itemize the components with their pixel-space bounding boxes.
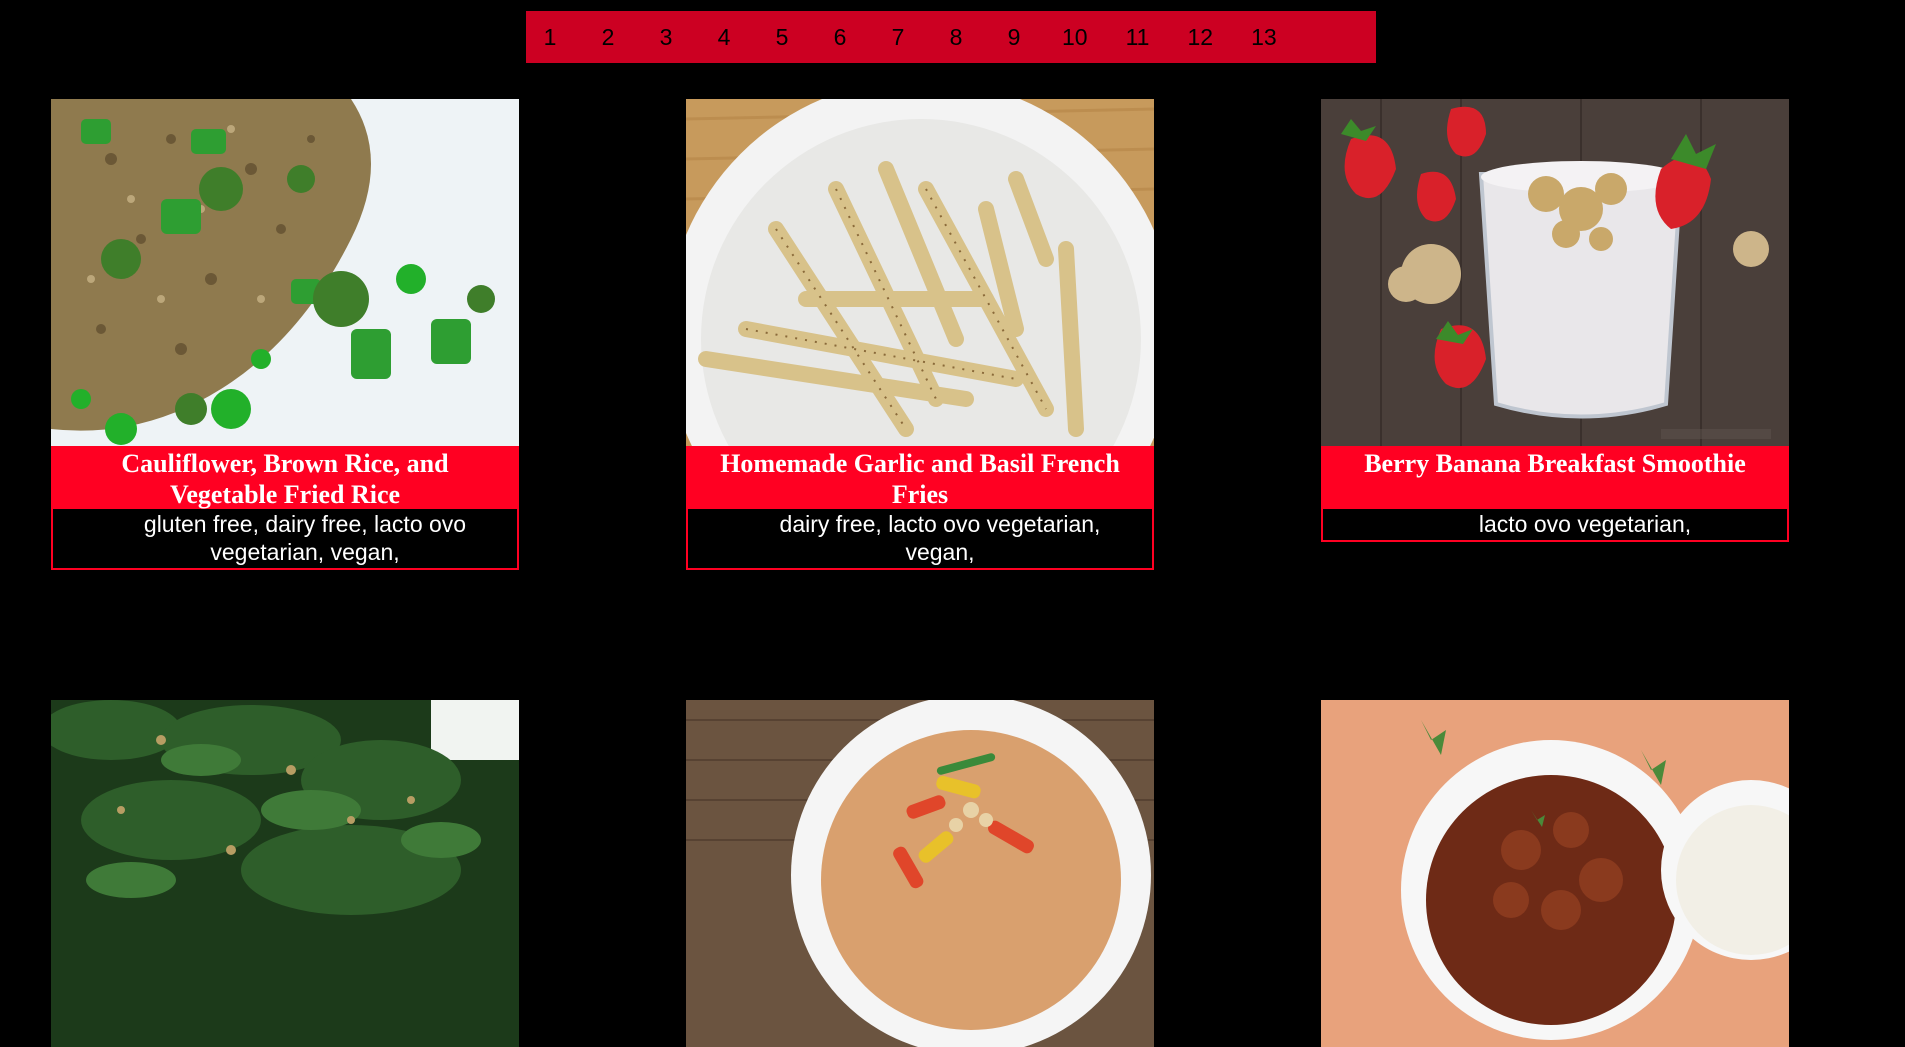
recipe-card[interactable]: Homemade Garlic and Basil French Fries d…: [686, 99, 1154, 570]
page-link-7[interactable]: 7: [888, 24, 908, 51]
recipe-tags: lacto ovo vegetarian,: [1321, 509, 1789, 542]
recipe-title[interactable]: Berry Banana Breakfast Smoothie: [1321, 446, 1789, 509]
page-link-8[interactable]: 8: [946, 24, 966, 51]
recipe-card[interactable]: Cauliflower, Brown Rice, and Vegetable F…: [51, 99, 519, 570]
page-link-11[interactable]: 11: [1126, 24, 1150, 51]
recipe-card[interactable]: [51, 700, 519, 1047]
page-link-13[interactable]: 13: [1251, 24, 1277, 51]
recipe-card[interactable]: Berry Banana Breakfast Smoothie lacto ov…: [1321, 99, 1789, 542]
recipe-card[interactable]: [1321, 700, 1789, 1047]
page-link-6[interactable]: 6: [830, 24, 850, 51]
page-link-3[interactable]: 3: [656, 24, 676, 51]
page-link-9[interactable]: 9: [1004, 24, 1024, 51]
page-link-12[interactable]: 12: [1187, 24, 1213, 51]
stew-with-rice-photo[interactable]: [1321, 700, 1789, 1047]
smoothie-photo[interactable]: [1321, 99, 1789, 446]
french-fries-photo[interactable]: [686, 99, 1154, 446]
curry-photo[interactable]: [686, 700, 1154, 1047]
recipe-card[interactable]: [686, 700, 1154, 1047]
page-link-10[interactable]: 10: [1062, 24, 1088, 51]
recipe-title[interactable]: Cauliflower, Brown Rice, and Vegetable F…: [51, 446, 519, 509]
recipe-tags: dairy free, lacto ovo vegetarian, vegan,: [686, 509, 1154, 570]
page-link-1[interactable]: 1: [540, 24, 560, 51]
pagination-bar: 1 2 3 4 5 6 7 8 9 10 11 12 13: [526, 11, 1376, 63]
recipe-title[interactable]: Homemade Garlic and Basil French Fries: [686, 446, 1154, 509]
page-link-5[interactable]: 5: [772, 24, 792, 51]
kale-photo[interactable]: [51, 700, 519, 1047]
fried-rice-photo[interactable]: [51, 99, 519, 446]
page-link-4[interactable]: 4: [714, 24, 734, 51]
page-link-2[interactable]: 2: [598, 24, 618, 51]
recipe-tags: gluten free, dairy free, lacto ovo veget…: [51, 509, 519, 570]
